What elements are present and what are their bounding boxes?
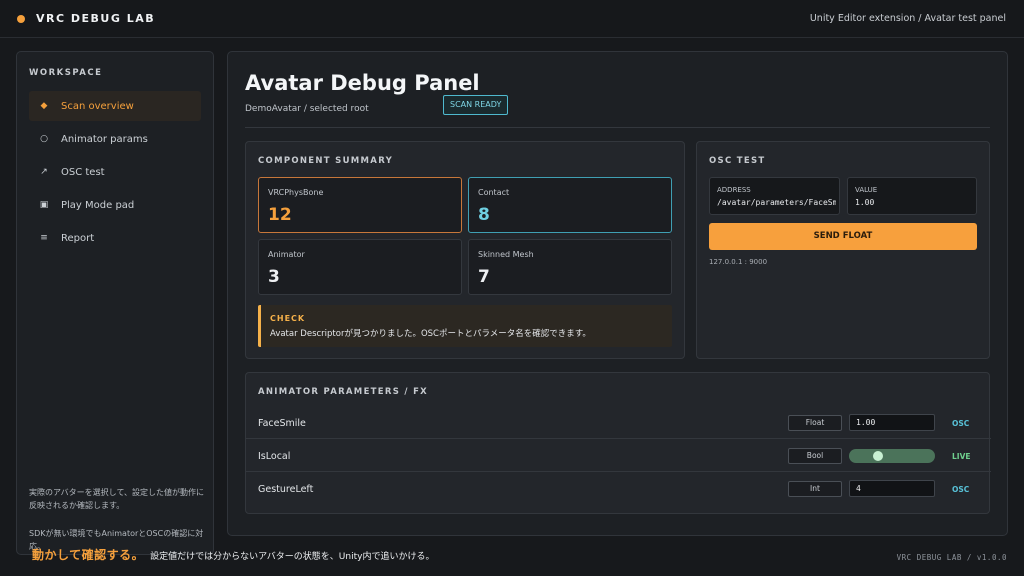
toggle-knob xyxy=(873,451,883,461)
sidebar-item-scan-overview[interactable]: ◆ Scan overview xyxy=(29,91,201,121)
table-row: IsLocal Bool LIVE xyxy=(246,440,991,472)
param-value-input[interactable]: 1.00 xyxy=(849,414,935,431)
param-type-chip[interactable]: Int xyxy=(788,481,842,497)
stat-value: 8 xyxy=(478,205,490,225)
page-subtitle: DemoAvatar / selected root xyxy=(245,104,369,114)
sidebar-item-label: Play Mode pad xyxy=(61,199,135,211)
component-summary-panel: COMPONENT SUMMARY VRCPhysBone 12 Contact… xyxy=(245,141,685,359)
top-bar: VRC DEBUG LAB Unity Editor extension / A… xyxy=(0,0,1024,38)
tagline-strong: 動かして確認する。 xyxy=(32,548,145,562)
tagline-rest: 設定値だけでは分からないアバターの状態を、Unity内で追いかける。 xyxy=(150,552,435,562)
version-label: VRC DEBUG LAB / v1.0.0 xyxy=(896,553,1007,562)
sidebar-item-label: OSC test xyxy=(61,166,105,178)
param-toggle[interactable] xyxy=(849,449,935,463)
param-name: GestureLeft xyxy=(258,484,314,495)
arrow-up-right-icon: ↗ xyxy=(40,167,48,177)
osc-value-input[interactable]: 1.00 xyxy=(855,198,973,207)
sidebar-item-report[interactable]: ≡ Report xyxy=(29,223,201,253)
animator-parameters-panel: ANIMATOR PARAMETERS / FX FaceSmile Float… xyxy=(245,372,991,514)
diamond-icon: ◆ xyxy=(40,101,48,111)
sidebar: WORKSPACE ◆ Scan overview ○ Animator par… xyxy=(16,51,214,555)
osc-endpoint: 127.0.0.1 : 9000 xyxy=(709,258,768,266)
param-value-input[interactable]: 4 xyxy=(849,480,935,497)
panel-heading: ANIMATOR PARAMETERS / FX xyxy=(258,387,429,397)
osc-address-field[interactable]: ADDRESS /avatar/parameters/FaceSmile xyxy=(709,177,840,215)
sidebar-note: 実際のアバターを選択して、設定した値が動作に反映されるか確認します。 xyxy=(29,488,205,510)
osc-test-panel: OSC TEST ADDRESS /avatar/parameters/Face… xyxy=(696,141,990,359)
app-subtitle: Unity Editor extension / Avatar test pan… xyxy=(809,13,1006,24)
param-route-label: LIVE xyxy=(952,452,971,461)
param-name: FaceSmile xyxy=(258,418,306,429)
stat-card-vrcphysbone[interactable]: VRCPhysBone 12 xyxy=(258,177,462,233)
table-row: GestureLeft Int 4 OSC xyxy=(246,473,991,505)
sidebar-item-label: Report xyxy=(61,232,95,244)
status-badge: SCAN READY xyxy=(443,95,509,115)
brand-dot-icon xyxy=(17,15,25,23)
stat-card-contact[interactable]: Contact 8 xyxy=(468,177,672,233)
circle-icon: ○ xyxy=(40,134,48,144)
check-text: Avatar Descriptorが見つかりました。OSCポートとパラメータ名を… xyxy=(270,329,591,339)
sidebar-item-label: Animator params xyxy=(61,133,148,145)
sidebar-item-osc-test[interactable]: ↗ OSC test xyxy=(29,157,201,187)
stat-card-skinned-mesh[interactable]: Skinned Mesh 7 xyxy=(468,239,672,295)
stat-label: VRCPhysBone xyxy=(268,188,324,197)
sidebar-item-animator-params[interactable]: ○ Animator params xyxy=(29,124,201,154)
check-callout: CHECK Avatar Descriptorが見つかりました。OSCポートとパ… xyxy=(258,305,672,347)
osc-value-field[interactable]: VALUE 1.00 xyxy=(847,177,977,215)
param-type-chip[interactable]: Bool xyxy=(788,448,842,464)
param-type-chip[interactable]: Float xyxy=(788,415,842,431)
stat-card-animator[interactable]: Animator 3 xyxy=(258,239,462,295)
panel-heading: COMPONENT SUMMARY xyxy=(258,156,394,166)
square-dot-icon: ▣ xyxy=(39,200,49,210)
stat-value: 12 xyxy=(268,205,292,225)
stat-label: Skinned Mesh xyxy=(478,250,534,259)
main-panel: Avatar Debug Panel DemoAvatar / selected… xyxy=(227,51,1008,536)
table-row: FaceSmile Float 1.00 OSC xyxy=(246,407,991,439)
field-label: ADDRESS xyxy=(717,186,751,194)
param-name: IsLocal xyxy=(258,451,291,462)
brand-title: VRC DEBUG LAB xyxy=(36,12,156,25)
send-float-button[interactable]: SEND FLOAT xyxy=(709,223,977,250)
osc-address-input[interactable]: /avatar/parameters/FaceSmile xyxy=(717,198,836,207)
sidebar-item-play-mode-pad[interactable]: ▣ Play Mode pad xyxy=(29,190,201,220)
param-route-label: OSC xyxy=(952,419,970,428)
param-route-label: OSC xyxy=(952,485,970,494)
footer-tagline: 動かして確認する。 設定値だけでは分からないアバターの状態を、Unity内で追いか… xyxy=(32,544,434,563)
panel-heading: OSC TEST xyxy=(709,156,766,166)
menu-lines-icon: ≡ xyxy=(40,233,48,243)
divider xyxy=(245,127,990,128)
stat-value: 7 xyxy=(478,267,490,287)
check-title: CHECK xyxy=(270,314,306,323)
stat-label: Contact xyxy=(478,188,510,197)
field-label: VALUE xyxy=(855,186,878,194)
sidebar-item-label: Scan overview xyxy=(61,100,134,112)
sidebar-heading: WORKSPACE xyxy=(29,68,103,78)
page-title: Avatar Debug Panel xyxy=(245,71,480,95)
stat-label: Animator xyxy=(268,250,305,259)
stat-value: 3 xyxy=(268,267,280,287)
